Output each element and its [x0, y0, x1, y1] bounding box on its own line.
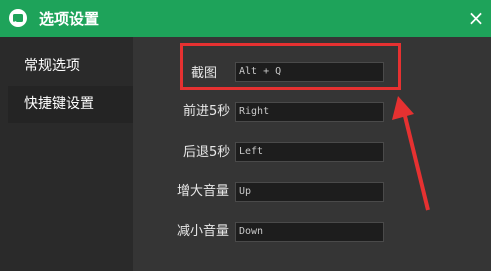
- annotation-arrow-icon: [392, 96, 430, 211]
